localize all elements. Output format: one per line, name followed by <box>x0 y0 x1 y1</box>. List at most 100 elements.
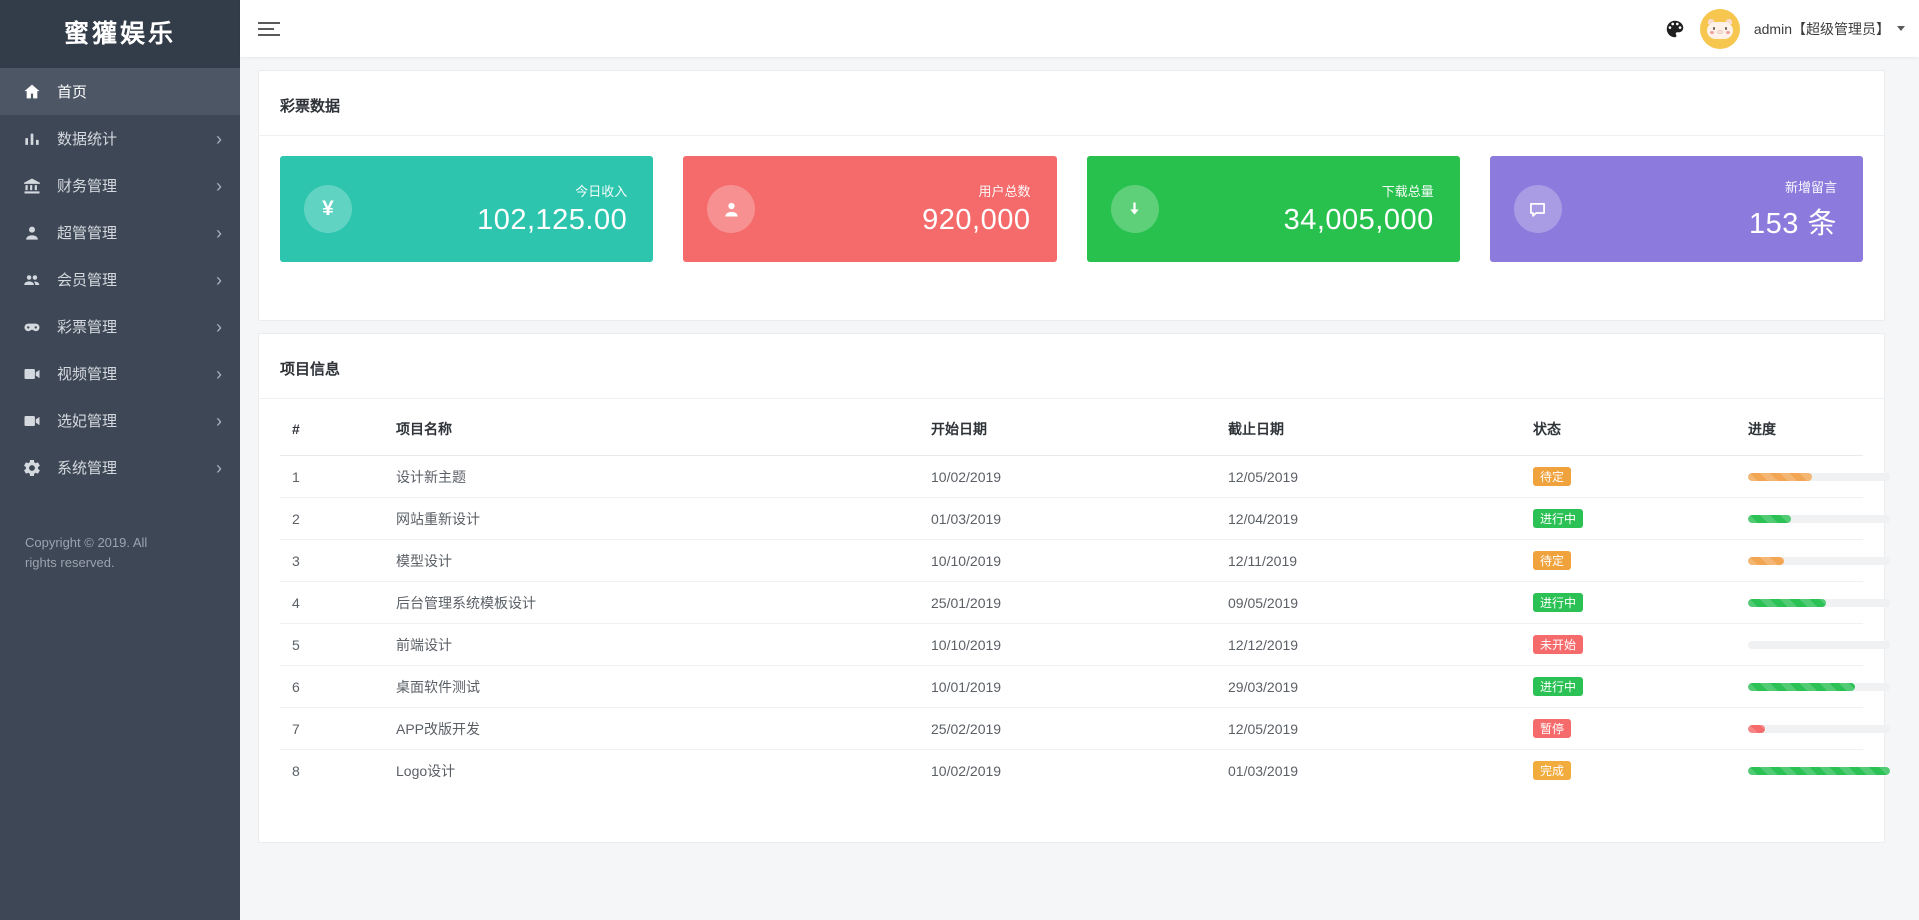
cell-status: 未开始 <box>1521 623 1736 666</box>
sidebar-item-5[interactable]: 会员管理 › <box>0 256 240 303</box>
status-badge: 未开始 <box>1533 635 1584 654</box>
chevron-right-icon: › <box>216 175 222 196</box>
pig-avatar[interactable] <box>1699 8 1740 49</box>
sidebar-menu: 首页 › 数据统计 › 财务管理 › 超管管理 › 会员管理 › 彩票管理 › … <box>0 68 240 491</box>
sidebar-item-4[interactable]: 超管管理 › <box>0 209 240 256</box>
stat-card-label: 新增留言 <box>1784 179 1837 195</box>
cell-id: 7 <box>280 707 384 750</box>
cell-progress <box>1736 623 1890 666</box>
table-row: 4 后台管理系统模板设计 25/01/2019 09/05/2019 进行中 <box>280 581 1890 624</box>
table-row: 6 桌面软件测试 10/01/2019 29/03/2019 进行中 <box>280 665 1890 708</box>
sidebar-item-6[interactable]: 彩票管理 › <box>0 303 240 350</box>
cell-status: 暂停 <box>1521 707 1736 750</box>
cell-progress <box>1736 707 1890 750</box>
progress-bar <box>1748 724 1890 733</box>
status-badge: 进行中 <box>1533 509 1584 528</box>
stat-cards: ¥ 今日收入 102,125.00 用户总数 920,000 下载总量 34,0… <box>259 136 1884 320</box>
table-row: 7 APP改版开发 25/02/2019 12/05/2019 暂停 <box>280 707 1890 750</box>
chevron-right-icon: › <box>216 457 222 478</box>
progress-fill <box>1748 766 1890 775</box>
cell-start-date: 10/02/2019 <box>919 455 1216 498</box>
cell-name: Logo设计 <box>396 762 456 779</box>
sidebar: 蜜獾娱乐 首页 › 数据统计 › 财务管理 › 超管管理 › 会员管理 › 彩票… <box>0 0 240 920</box>
user-icon <box>721 199 742 220</box>
progress-fill <box>1748 598 1827 607</box>
sidebar-item-9[interactable]: 系统管理 › <box>0 444 240 491</box>
chevron-right-icon: › <box>216 269 222 290</box>
cell-end-date: 12/11/2019 <box>1216 539 1521 582</box>
cell-start-date: 25/01/2019 <box>919 581 1216 624</box>
content: 彩票数据 ¥ 今日收入 102,125.00 用户总数 920,000 下载总量… <box>240 57 1919 920</box>
sidebar-item-1[interactable]: 首页 › <box>0 68 240 115</box>
cell-status: 待定 <box>1521 539 1736 582</box>
sidebar-item-7[interactable]: 视频管理 › <box>0 350 240 397</box>
bar-chart-icon <box>22 129 42 149</box>
cell-end-date: 29/03/2019 <box>1216 665 1521 708</box>
chevron-right-icon: › <box>216 222 222 243</box>
chevron-right-icon: › <box>216 410 222 431</box>
palette-icon[interactable] <box>1664 18 1686 40</box>
progress-bar <box>1748 556 1890 565</box>
cell-progress <box>1736 665 1890 708</box>
stat-card-label: 用户总数 <box>978 184 1031 199</box>
status-badge: 暂停 <box>1533 719 1572 738</box>
yen-icon: ¥ <box>322 197 334 220</box>
status-badge: 待定 <box>1533 467 1572 486</box>
progress-bar <box>1748 682 1890 691</box>
progress-fill <box>1748 472 1812 481</box>
projects-table: # 项目名称 开始日期 截止日期 状态 进度 1 设计新主题 10/02/201… <box>280 399 1890 792</box>
progress-fill <box>1748 682 1855 691</box>
progress-bar <box>1748 640 1890 649</box>
cell-name: 后台管理系统模板设计 <box>384 581 919 624</box>
bank-icon <box>22 176 42 196</box>
user-name: admin【超级管理员】 <box>1753 20 1890 37</box>
cell-progress <box>1736 497 1890 540</box>
topbar-right: admin【超级管理员】 <box>1664 8 1905 49</box>
cell-name: 前端设计 <box>384 623 919 666</box>
cell-end-date: 01/03/2019 <box>1228 762 1299 779</box>
sidebar-item-3[interactable]: 财务管理 › <box>0 162 240 209</box>
cell-status: 进行中 <box>1521 497 1736 540</box>
status-badge: 进行中 <box>1533 677 1584 696</box>
cell-end-date: 12/05/2019 <box>1216 455 1521 498</box>
progress-bar <box>1748 598 1890 607</box>
stat-card-value: 102,125.00 <box>477 204 628 236</box>
cell-name: 设计新主题 <box>384 455 919 498</box>
projects-panel: 项目信息 # 项目名称 开始日期 截止日期 状态 进度 1 设计新主题 10/0… <box>258 333 1890 843</box>
cell-status: 进行中 <box>1521 665 1736 708</box>
chat-icon <box>1527 199 1548 220</box>
col-header-id: # <box>280 399 384 456</box>
table-row: 1 设计新主题 10/02/2019 12/05/2019 待定 <box>280 455 1890 498</box>
table-row: 2 网站重新设计 01/03/2019 12/04/2019 进行中 <box>280 497 1890 540</box>
cell-id: 2 <box>280 497 384 540</box>
stat-card: 下载总量 34,005,000 <box>1086 156 1460 262</box>
cell-id: 6 <box>280 665 384 708</box>
progress-bar <box>1748 472 1890 481</box>
table-row: 8 Logo设计 10/02/2019 01/03/2019 完成 <box>280 750 1890 792</box>
chevron-right-icon: › <box>216 128 222 149</box>
cell-name: 桌面软件测试 <box>384 665 919 708</box>
cell-progress <box>1736 750 1890 792</box>
cell-start-date: 10/10/2019 <box>919 539 1216 582</box>
sidebar-item-2[interactable]: 数据统计 › <box>0 115 240 162</box>
app-root: 蜜獾娱乐 首页 › 数据统计 › 财务管理 › 超管管理 › 会员管理 › 彩票… <box>0 0 1919 920</box>
chevron-right-icon: › <box>216 363 222 384</box>
progress-fill <box>1748 514 1791 523</box>
sidebar-item-8[interactable]: 选妃管理 › <box>0 397 240 444</box>
cell-start-date: 10/01/2019 <box>919 665 1216 708</box>
download-icon <box>1124 199 1145 220</box>
user-dropdown[interactable]: admin【超级管理员】 <box>1754 19 1905 39</box>
stat-card-value: 153 条 <box>1749 207 1837 240</box>
cell-progress <box>1736 581 1890 624</box>
copyright-text: Copyright © 2019. All rights reserved. <box>25 535 148 571</box>
col-header-status: 状态 <box>1521 399 1736 456</box>
home-icon <box>22 82 42 102</box>
cell-id: 1 <box>280 455 384 498</box>
topbar: admin【超级管理员】 <box>240 0 1919 57</box>
cell-end-date: 12/04/2019 <box>1216 497 1521 540</box>
cell-id: 3 <box>280 539 384 582</box>
progress-fill <box>1748 724 1766 733</box>
cell-name: 网站重新设计 <box>384 497 919 540</box>
video-icon <box>22 411 42 431</box>
hamburger-icon[interactable] <box>258 18 282 40</box>
